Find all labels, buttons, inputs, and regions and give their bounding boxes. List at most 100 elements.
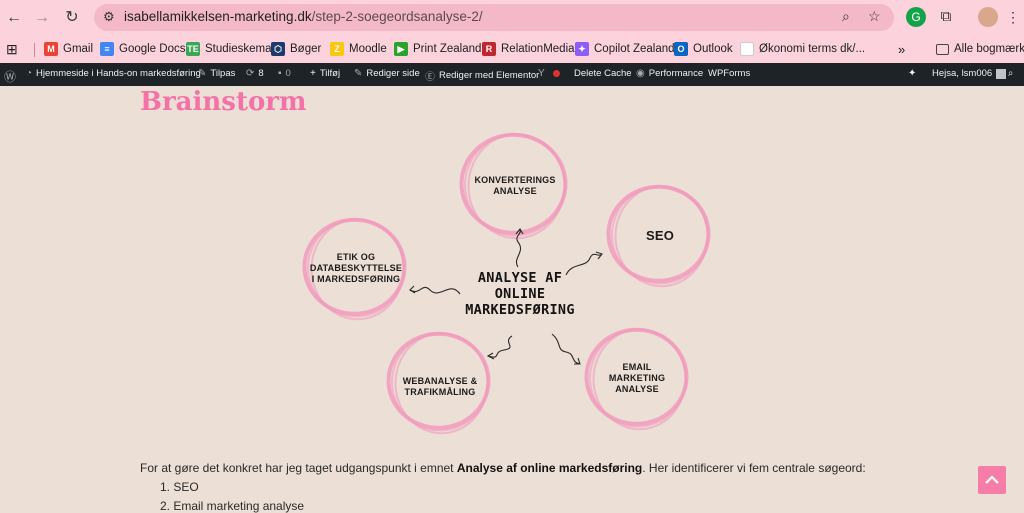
- wp-wpforms-link[interactable]: WPForms: [708, 68, 750, 79]
- wp-customize-label: Tilpas: [210, 68, 236, 79]
- list-item: 1. SEO: [160, 480, 199, 494]
- wp-comments-count: 0: [285, 68, 291, 79]
- center-topic: ANALYSE AF ONLINE MARKEDSFØRING: [445, 270, 595, 318]
- bookmark-label: Gmail: [63, 43, 94, 55]
- wp-edit-page-link[interactable]: ✎ Rediger side: [354, 68, 420, 79]
- calendar-icon: TE: [186, 42, 200, 56]
- bookmark-item[interactable]: ✦ Copilot Zealand: [575, 40, 675, 58]
- wp-site-label: Hjemmeside i Hands-on markedsføring: [36, 68, 201, 79]
- bookmarks-bar: ⊞ M Gmail ≡ Google Docs TE Studieskema ⬡ Bøger Z…: [0, 35, 1024, 63]
- page-icon: [740, 42, 754, 56]
- bookmark-label: Bøger: [290, 43, 322, 55]
- wp-admin-bar: Ⓦ ◔ Hjemmeside i Hands-on markedsføring ✎…: [0, 63, 1024, 86]
- comment-icon: ▪: [278, 68, 282, 79]
- wp-delete-cache-link[interactable]: Delete Cache: [574, 68, 632, 79]
- all-bookmarks-label: Alle bogmærker: [954, 43, 1024, 55]
- bubble-line: MARKETING: [608, 373, 666, 383]
- intro-paragraph: For at gøre det konkret har jeg taget ud…: [140, 461, 866, 475]
- intro-topic-bold: Analyse af online markedsføring: [456, 461, 643, 475]
- wp-elementor-link[interactable]: Ⓔ Rediger med Elementor: [425, 68, 539, 83]
- intro-text-end: . Her identificerer vi fem centrale søge…: [642, 461, 866, 475]
- page-heading: Brainstorm: [140, 87, 307, 117]
- bubble-line: KONVERTERINGS: [474, 175, 556, 185]
- grammarly-icon[interactable]: G: [906, 7, 926, 27]
- book-icon: ⬡: [271, 42, 285, 56]
- browser-toolbar: ← → ↻ ⚙ isabellamikkelsen-marketing.dk/s…: [0, 0, 1024, 35]
- bookmark-label: Outlook: [693, 43, 733, 55]
- bookmarks-more-icon[interactable]: »: [898, 40, 905, 58]
- bookmark-label: Studieskema: [205, 43, 272, 55]
- bubble-line: ANALYSE: [493, 186, 537, 196]
- wp-comments-link[interactable]: ▪ 0: [278, 68, 291, 79]
- brainstorm-diagram: ANALYSE AF ONLINE MARKEDSFØRING KONVERTE…: [290, 130, 730, 440]
- bubble-line: ANALYSE: [615, 384, 659, 394]
- wp-search-icon[interactable]: ⌕: [1008, 68, 1013, 79]
- wp-new-link[interactable]: + Tilføj: [310, 68, 340, 79]
- bubble-line: SEO: [645, 228, 675, 243]
- docs-icon: ≡: [100, 42, 114, 56]
- bookmark-item[interactable]: ▶ Print Zealand: [394, 40, 481, 58]
- wp-account-link[interactable]: Hejsa, lsm006: [932, 68, 1007, 79]
- center-line-1: ANALYSE AF: [477, 270, 563, 286]
- url-text: isabellamikkelsen-marketing.dk/step-2-so…: [124, 9, 483, 24]
- print-icon: ▶: [394, 42, 408, 56]
- wp-site-link[interactable]: ◔ Hjemmeside i Hands-on markedsføring: [26, 68, 201, 79]
- bookmark-label: Moodle: [349, 43, 387, 55]
- performance-icon: ◉: [636, 68, 645, 79]
- bookmark-star-icon[interactable]: ☆: [868, 8, 881, 25]
- wp-updates-count: 8: [258, 68, 264, 79]
- bookmark-item[interactable]: O Outlook: [674, 40, 733, 58]
- extensions-icon[interactable]: ⧉: [936, 7, 956, 27]
- bookmark-item[interactable]: Økonomi terms dk/...: [740, 40, 865, 58]
- bookmark-item[interactable]: Z Moodle: [330, 40, 387, 58]
- bookmark-item[interactable]: TE Studieskema: [186, 40, 271, 58]
- bookmark-item[interactable]: ≡ Google Docs: [100, 40, 185, 58]
- folder-icon: [936, 43, 949, 55]
- wp-elementor-label: Rediger med Elementor: [439, 70, 540, 81]
- back-arrow-icon[interactable]: ←: [4, 8, 24, 28]
- bookmark-item[interactable]: R RelationMedia: [482, 40, 575, 58]
- intro-text-start: For at gøre det konkret har jeg taget ud…: [140, 461, 457, 475]
- scroll-to-top-button[interactable]: [978, 466, 1006, 494]
- wp-updates-link[interactable]: ⟳ 8: [246, 68, 264, 79]
- forward-arrow-icon[interactable]: →: [32, 8, 52, 28]
- brush-icon: ✎: [198, 68, 207, 79]
- all-bookmarks-folder[interactable]: Alle bogmærker: [936, 40, 1024, 58]
- bookmark-item[interactable]: M Gmail: [44, 40, 93, 58]
- keyword-list: 1. SEO 2. Email marketing analyse: [160, 480, 304, 513]
- outlook-icon: O: [674, 42, 688, 56]
- bookmark-label: RelationMedia: [501, 43, 575, 55]
- bubble-email: EMAIL MARKETING ANALYSE: [597, 362, 677, 395]
- bubble-webanalyse: WEBANALYSE & TRAFIKMÅLING: [390, 376, 490, 398]
- address-bar[interactable]: ⚙ isabellamikkelsen-marketing.dk/step-2-…: [94, 4, 894, 31]
- bookmark-item[interactable]: ⬡ Bøger: [271, 40, 321, 58]
- pencil-icon: ✎: [354, 68, 363, 79]
- apps-grid-icon[interactable]: ⊞: [6, 40, 18, 58]
- wp-greeting: Hejsa, lsm006: [932, 68, 993, 79]
- elementor-icon: Ⓔ: [425, 72, 435, 83]
- bookmark-label: Copilot Zealand: [594, 43, 675, 55]
- bubble-line: I MARKEDSFØRING: [311, 274, 401, 284]
- wp-seo-link[interactable]: Y: [538, 68, 560, 79]
- profile-avatar[interactable]: [978, 7, 998, 27]
- copilot-icon: ✦: [575, 42, 589, 56]
- wp-edit-page-label: Rediger side: [366, 68, 420, 79]
- zoom-icon[interactable]: ⌕: [842, 8, 850, 25]
- bookmark-label: Google Docs: [119, 43, 186, 55]
- plus-icon: +: [310, 68, 316, 79]
- wp-ai-sparkle-icon[interactable]: ✦: [908, 68, 920, 79]
- bubble-etik: ETIK OG DATABESKYTTELSE I MARKEDSFØRING: [306, 252, 406, 285]
- arrow-to-email: [551, 333, 581, 365]
- wp-customize-link[interactable]: ✎ Tilpas: [198, 68, 235, 79]
- wordpress-logo-icon[interactable]: Ⓦ: [4, 68, 20, 85]
- reload-icon[interactable]: ↻: [62, 8, 82, 28]
- updates-icon: ⟳: [246, 68, 255, 79]
- gmail-icon: M: [44, 42, 58, 56]
- wp-performance-link[interactable]: ◉ Performance: [636, 68, 703, 79]
- chevron-up-icon: [985, 475, 999, 484]
- center-line-3: MARKEDSFØRING: [465, 302, 575, 318]
- bubble-konverterings: KONVERTERINGS ANALYSE: [460, 175, 570, 197]
- menu-icon[interactable]: ⋮: [1006, 7, 1020, 27]
- yoast-icon: Y: [538, 68, 545, 79]
- site-info-icon[interactable]: ⚙: [103, 9, 115, 25]
